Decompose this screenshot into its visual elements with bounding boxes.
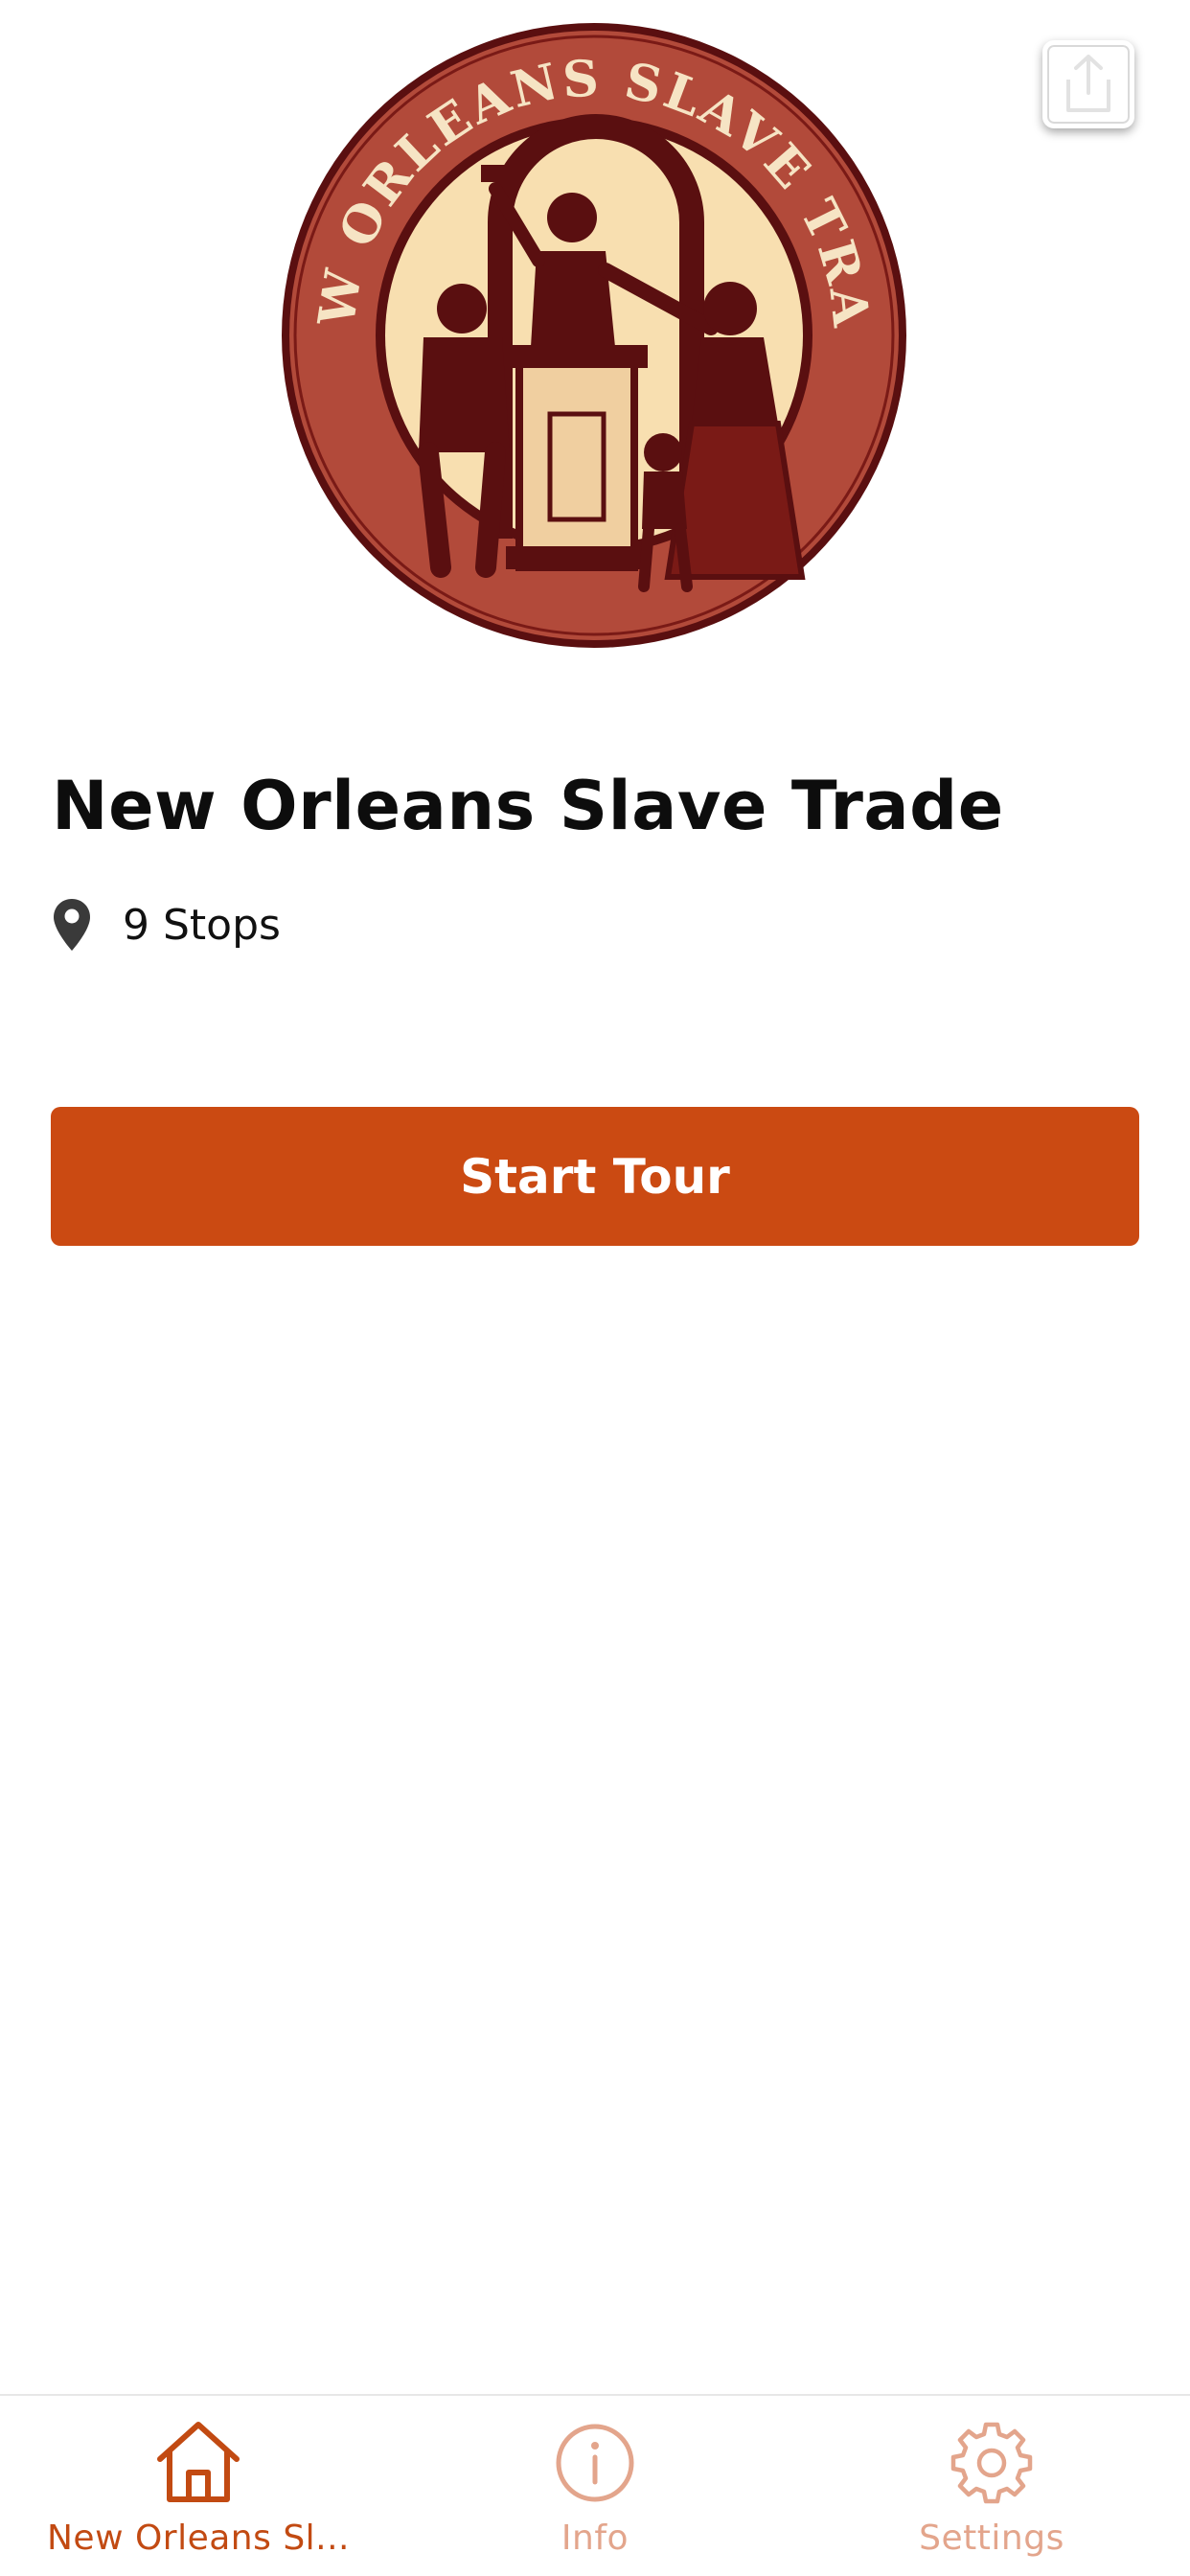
info-icon [556, 2424, 634, 2502]
tour-title: New Orleans Slave Trade [52, 767, 1004, 845]
stops-label: 9 Stops [123, 900, 281, 950]
home-icon [157, 2422, 240, 2502]
start-tour-button[interactable]: Start Tour [51, 1107, 1139, 1246]
tab-info[interactable]: Info [397, 2396, 793, 2576]
tab-home[interactable]: New Orleans Sl... [0, 2396, 397, 2576]
share-icon [1066, 55, 1110, 112]
tour-seal-image: NEW ORLEANS SLAVE TRADE [280, 21, 906, 648]
tour-logo: NEW ORLEANS SLAVE TRADE [280, 21, 908, 650]
tab-info-label: Info [561, 2518, 629, 2558]
tab-home-label: New Orleans Sl... [46, 2518, 350, 2558]
tab-bar: New Orleans Sl... Info Settings [0, 2394, 1190, 2576]
tour-home-screen: NEW ORLEANS SLAVE TRADE [0, 0, 1190, 2576]
map-pin-icon [54, 899, 90, 951]
gear-icon [950, 2422, 1033, 2504]
tab-settings-label: Settings [919, 2518, 1064, 2558]
stops-count: 9 Stops [52, 891, 281, 958]
tab-settings[interactable]: Settings [793, 2396, 1190, 2576]
share-button[interactable] [1042, 40, 1134, 128]
